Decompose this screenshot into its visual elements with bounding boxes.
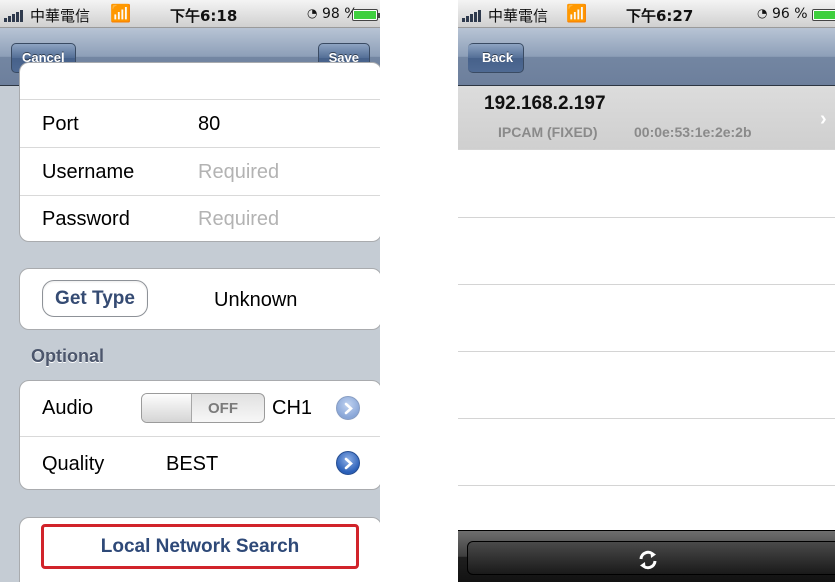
empty-list-row: [458, 419, 835, 486]
chevron-right-icon: ›: [820, 108, 827, 130]
signal-icon: [4, 9, 26, 22]
left-phone-screen: 中華電信 📶 下午6:18 ◔ 98 % Cancel Save Port 80…: [0, 0, 380, 582]
port-label: Port: [42, 113, 79, 135]
credentials-group: Port 80 Username Required Password Requi…: [19, 62, 380, 242]
port-field[interactable]: 80: [198, 113, 220, 136]
get-type-button[interactable]: Get Type: [42, 280, 148, 317]
password-label: Password: [42, 208, 130, 230]
status-bar: 中華電信 📶 下午6:18 ◔ 98 %: [0, 0, 380, 28]
bottom-toolbar: [458, 530, 835, 582]
optional-section-header: Optional: [31, 346, 104, 366]
password-row[interactable]: Password Required: [20, 196, 380, 241]
username-field[interactable]: Required: [198, 161, 279, 184]
quality-value: BEST: [166, 453, 219, 475]
battery-percent: 96 %: [772, 6, 808, 22]
navigation-bar: Back: [458, 28, 835, 86]
alarm-icon: ◔: [307, 6, 318, 20]
signal-icon: [462, 9, 484, 22]
port-row[interactable]: Port 80: [20, 100, 380, 148]
status-bar: 中華電信 📶 下午6:27 ◔ 96 %: [458, 0, 835, 28]
device-type: IPCAM (FIXED): [498, 124, 598, 140]
wifi-icon: 📶: [566, 4, 588, 24]
local-network-search-group: Local Network Search: [19, 517, 380, 582]
optional-group: Audio OFF CH1 Quality BEST: [19, 380, 380, 490]
carrier-name: 中華電信: [488, 7, 549, 25]
device-ip: 192.168.2.197: [484, 93, 606, 114]
quality-label: Quality: [42, 453, 105, 475]
quality-disclosure-icon[interactable]: [336, 451, 360, 475]
audio-disclosure-icon[interactable]: [336, 396, 360, 420]
empty-list-row: [458, 150, 835, 218]
audio-toggle-state: OFF: [208, 400, 238, 417]
alarm-icon: ◔: [757, 6, 768, 20]
status-time: 下午6:18: [170, 7, 238, 25]
empty-list-row: [458, 218, 835, 285]
back-button[interactable]: Back: [468, 43, 525, 73]
refresh-icon[interactable]: [636, 548, 660, 572]
username-label: Username: [42, 161, 135, 183]
empty-list-row: [458, 285, 835, 352]
status-time: 下午6:27: [626, 7, 694, 25]
audio-channel: CH1: [272, 397, 313, 419]
audio-row: Audio OFF CH1: [20, 381, 380, 437]
wifi-icon: 📶: [110, 4, 132, 24]
battery-icon: [812, 9, 835, 21]
empty-list-row: [458, 352, 835, 419]
battery-icon: [352, 9, 380, 21]
audio-toggle[interactable]: OFF: [141, 393, 265, 423]
device-row[interactable]: 192.168.2.197 IPCAM (FIXED) 00:0e:53:1e:…: [458, 86, 835, 150]
device-mac: 00:0e:53:1e:2e:2b: [634, 124, 752, 140]
local-network-search-button[interactable]: Local Network Search: [41, 524, 359, 569]
clipped-row: [20, 63, 380, 100]
audio-label: Audio: [42, 397, 94, 419]
quality-row[interactable]: Quality BEST: [20, 437, 380, 489]
device-type-value: Unknown: [214, 289, 298, 311]
get-type-group: Get Type Unknown: [19, 268, 380, 330]
username-row[interactable]: Username Required: [20, 148, 380, 196]
carrier-name: 中華電信: [30, 7, 91, 25]
right-phone-screen: 中華電信 📶 下午6:27 ◔ 96 % Back 192.168.2.197 …: [458, 0, 835, 582]
password-field[interactable]: Required: [198, 208, 279, 231]
toggle-knob: [142, 394, 192, 422]
